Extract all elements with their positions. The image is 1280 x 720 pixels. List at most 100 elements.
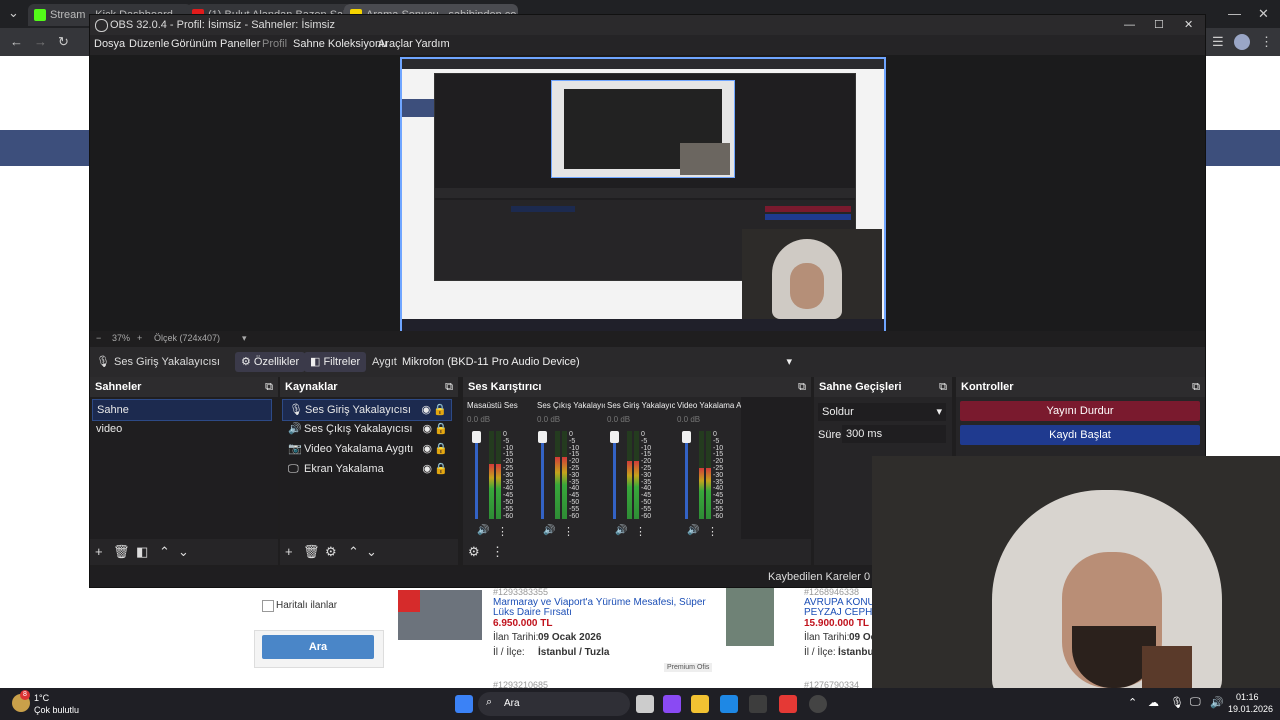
chrome-icon[interactable]: [779, 695, 797, 713]
channel-menu-icon[interactable]: ⋮: [635, 525, 646, 538]
tab-search-icon[interactable]: ⌄: [8, 5, 19, 21]
scene-item-sahne[interactable]: Sahne: [92, 399, 272, 421]
eye-icon[interactable]: ◉: [422, 419, 432, 439]
clock-time[interactable]: 01:16: [1236, 692, 1259, 702]
channel-menu-icon[interactable]: ⋮: [563, 525, 574, 538]
minimize-icon[interactable]: —: [1228, 6, 1241, 21]
advanced-audio-icon[interactable]: ⚙: [468, 544, 480, 560]
move-down-icon[interactable]: ⌄: [366, 544, 377, 560]
search-button[interactable]: Ara: [262, 635, 374, 659]
scale-dropdown-icon[interactable]: ▾: [242, 333, 247, 344]
menu-duzenle[interactable]: Düzenle: [129, 38, 169, 50]
eye-icon[interactable]: ◉: [422, 439, 432, 459]
add-scene-icon[interactable]: +: [95, 544, 103, 559]
transition-select[interactable]: Soldur ▾: [818, 403, 946, 421]
obs-preview[interactable]: [90, 55, 1205, 333]
speaker-icon[interactable]: 🔊: [543, 525, 555, 536]
start-recording-button[interactable]: Kaydı Başlat: [960, 425, 1200, 445]
undock-icon[interactable]: ⧉: [260, 377, 273, 397]
close-icon[interactable]: ✕: [1258, 6, 1269, 22]
speaker-icon[interactable]: 🔊: [477, 525, 489, 536]
device-select[interactable]: Mikrofon (BKD-11 Pro Audio Device) ▾: [400, 352, 796, 372]
extensions-icon[interactable]: ☰: [1212, 34, 1224, 50]
obs-close-icon[interactable]: ✕: [1184, 15, 1193, 35]
listing-title-line2[interactable]: Lüks Daire Fırsatı: [493, 607, 572, 618]
edge-icon[interactable]: [720, 695, 738, 713]
scene-filters-icon[interactable]: ◧: [136, 544, 148, 560]
scene-item-video[interactable]: video: [92, 419, 272, 439]
network-icon[interactable]: 🖵: [1190, 696, 1201, 709]
menu-sahne-koleksiyonu[interactable]: Sahne Koleksiyonu: [293, 38, 387, 50]
source-item[interactable]: 🖵 Ekran Yakalama ◉ 🔒: [282, 459, 452, 479]
move-up-icon[interactable]: ⌃: [348, 544, 359, 560]
speaker-icon[interactable]: 🔊: [687, 525, 699, 536]
volume-slider-knob[interactable]: [682, 431, 691, 443]
source-item[interactable]: 🎙 Ses Giriş Yakalayıcısı ◉ 🔒: [282, 399, 452, 421]
move-up-icon[interactable]: ⌃: [159, 544, 170, 560]
duration-spinbox[interactable]: 300 ms: [842, 425, 946, 443]
clock-date[interactable]: 19.01.2026: [1228, 704, 1273, 714]
obs-maximize-icon[interactable]: ☐: [1154, 15, 1164, 35]
volume-slider[interactable]: [610, 431, 619, 519]
mixer-menu-icon[interactable]: ⋮: [491, 544, 504, 560]
undock-icon[interactable]: ⧉: [440, 377, 453, 397]
preview-canvas[interactable]: [400, 57, 886, 333]
add-source-icon[interactable]: +: [285, 544, 293, 559]
obs-taskbar-icon[interactable]: [809, 695, 827, 713]
source-properties-icon[interactable]: ⚙: [325, 544, 337, 560]
menu-dosya[interactable]: Dosya: [94, 38, 125, 50]
zoom-out-icon[interactable]: −: [96, 333, 101, 343]
listing-photo-2[interactable]: [726, 588, 774, 646]
source-item[interactable]: 🔊 Ses Çıkış Yakalayıcısı ◉ 🔒: [282, 419, 452, 439]
microphone-tray-icon[interactable]: 🎙: [1170, 696, 1184, 709]
obs-minimize-icon[interactable]: —: [1124, 15, 1135, 35]
map-listings-checkbox[interactable]: [262, 600, 274, 612]
channel-menu-icon[interactable]: ⋮: [707, 525, 718, 538]
filters-button[interactable]: ◧ Filtreler: [304, 352, 367, 372]
volume-slider-knob[interactable]: [538, 431, 547, 443]
volume-slider[interactable]: [538, 431, 547, 519]
start-icon[interactable]: [455, 695, 473, 713]
move-down-icon[interactable]: ⌄: [178, 544, 189, 560]
menu-gorunum[interactable]: Görünüm: [171, 38, 217, 50]
back-icon[interactable]: ←: [10, 34, 23, 49]
volume-slider-knob[interactable]: [610, 431, 619, 443]
menu-yardim[interactable]: Yardım: [415, 38, 450, 50]
onedrive-icon[interactable]: ☁: [1148, 696, 1159, 709]
remove-source-icon[interactable]: 🗑: [303, 544, 320, 560]
menu-araclar[interactable]: Araçlar: [378, 38, 413, 50]
copilot-icon[interactable]: [663, 695, 681, 713]
channel-menu-icon[interactable]: ⋮: [497, 525, 508, 538]
volume-slider[interactable]: [472, 431, 481, 519]
volume-slider[interactable]: [682, 431, 691, 519]
file-explorer-icon[interactable]: [691, 695, 709, 713]
stop-streaming-button[interactable]: Yayını Durdur: [960, 401, 1200, 421]
reload-icon[interactable]: ↻: [58, 34, 69, 50]
source-item[interactable]: 📷 Video Yakalama Aygıtı ◉ 🔒: [282, 439, 452, 459]
menu-profil[interactable]: Profil: [262, 38, 287, 50]
speaker-icon[interactable]: 🔊: [615, 525, 627, 536]
menu-icon[interactable]: ⋮: [1260, 34, 1273, 50]
undock-icon[interactable]: ⧉: [1187, 377, 1200, 397]
volume-slider-knob[interactable]: [472, 431, 481, 443]
properties-button[interactable]: ⚙ Özellikler: [235, 352, 306, 372]
store-icon[interactable]: [749, 695, 767, 713]
undock-icon[interactable]: ⧉: [793, 377, 806, 397]
eye-icon[interactable]: ◉: [422, 459, 432, 479]
forward-icon[interactable]: →: [34, 34, 47, 49]
tray-chevron-icon[interactable]: ⌃: [1128, 696, 1137, 709]
undock-icon[interactable]: ⧉: [934, 377, 947, 397]
profile-avatar[interactable]: [1234, 34, 1250, 50]
volume-icon[interactable]: 🔊: [1210, 696, 1224, 709]
lock-icon[interactable]: 🔒: [434, 419, 448, 439]
remove-scene-icon[interactable]: 🗑: [113, 544, 130, 560]
zoom-in-icon[interactable]: +: [137, 333, 142, 343]
taskbar-search[interactable]: ⌕ Ara: [478, 692, 630, 716]
lock-icon[interactable]: 🔒: [434, 439, 448, 459]
lock-icon[interactable]: 🔒: [433, 400, 447, 420]
preview-status-bar: − 37% + Ölçek (724x407) ▾: [90, 331, 1205, 347]
task-view-icon[interactable]: [636, 695, 654, 713]
menu-paneller[interactable]: Paneller: [220, 38, 260, 50]
lock-icon[interactable]: 🔒: [434, 459, 448, 479]
eye-icon[interactable]: ◉: [421, 400, 431, 420]
